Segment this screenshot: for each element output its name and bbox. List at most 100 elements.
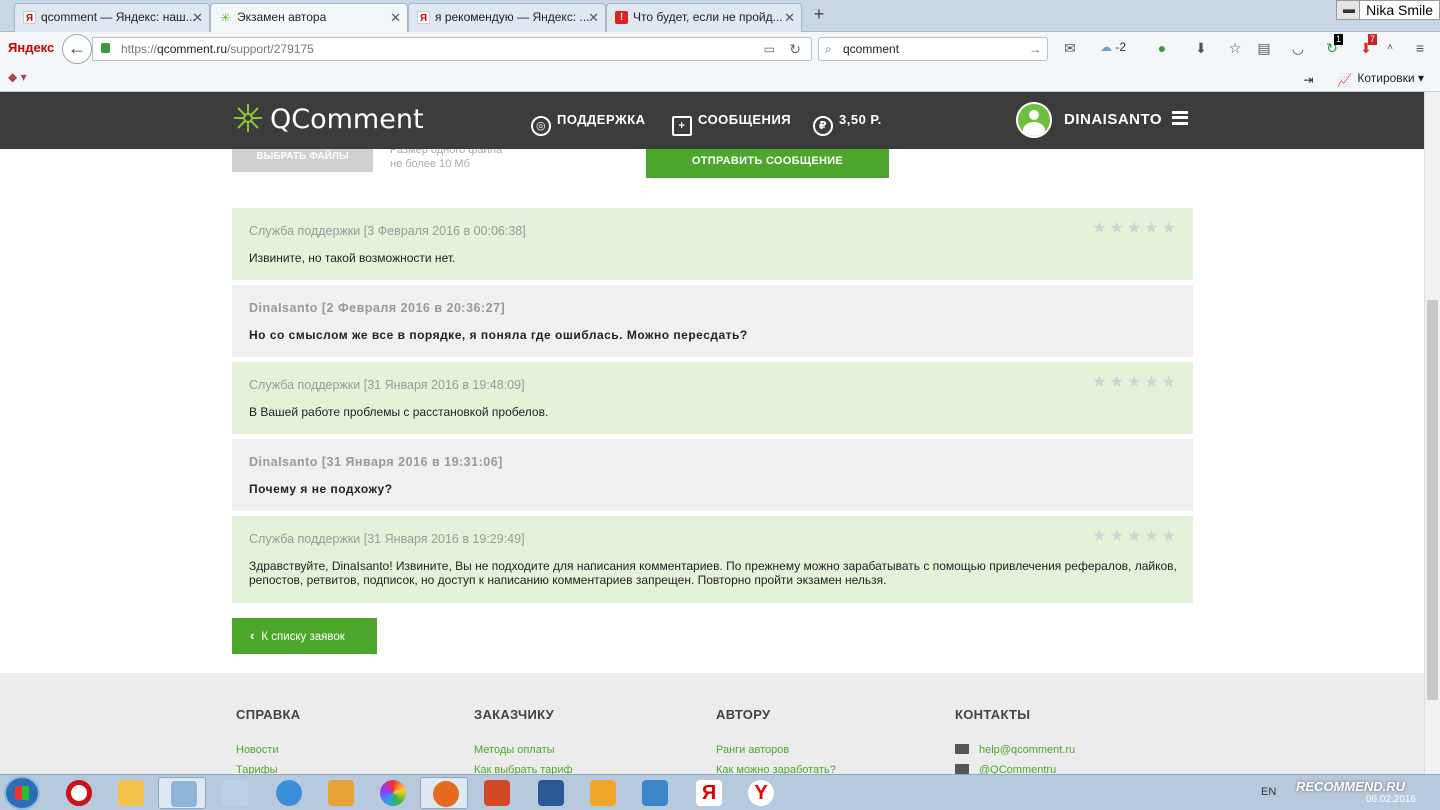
extension-badge: 7 [1368, 34, 1378, 45]
back-button[interactable]: ← [62, 34, 92, 64]
search-go-icon[interactable]: → [1029, 38, 1041, 60]
minimize-button[interactable]: ▬ [1336, 0, 1362, 20]
footer-link[interactable]: Тарифы [236, 764, 300, 774]
powerpoint-app[interactable] [472, 777, 520, 809]
message-date: [31 Января 2016 в 19:48:09] [363, 378, 525, 392]
media-app[interactable] [578, 777, 626, 809]
rating-stars[interactable]: ★★★★★ [1092, 218, 1179, 238]
back-to-list-button[interactable]: ‹ К списку заявок [232, 618, 377, 654]
tab-label: qcomment — Яндекс: наш... [41, 10, 196, 24]
support-message: Служба поддержки [31 Января 2016 в 19:29… [232, 516, 1193, 603]
close-tab-icon[interactable]: ✕ [192, 4, 203, 31]
footer-heading: ЗАКАЗЧИКУ [474, 707, 555, 722]
hamburger-menu-icon[interactable] [1172, 110, 1189, 125]
nav-messages[interactable]: + СООБЩЕНИЯ [672, 112, 791, 136]
footer-link[interactable]: Новости [236, 744, 300, 756]
close-tab-icon[interactable]: ✕ [784, 4, 795, 31]
message-author: Служба поддержки [249, 224, 361, 238]
yandex-logo[interactable]: Яндекс [8, 40, 54, 55]
page-scrollbar[interactable] [1424, 92, 1440, 774]
choose-files-button[interactable]: ВЫБРАТЬ ФАЙЛЫ [232, 149, 373, 172]
footer-link[interactable]: Методы оплаты [474, 744, 573, 756]
start-button[interactable] [4, 776, 40, 810]
picasa-app[interactable] [368, 777, 416, 809]
explorer-app[interactable] [106, 777, 154, 809]
site-logo[interactable]: QComment [232, 102, 424, 135]
language-indicator[interactable]: EN [1261, 786, 1276, 798]
rating-stars[interactable]: ★★★★★ [1092, 526, 1179, 546]
footer-link[interactable]: Как выбрать тариф [474, 764, 573, 774]
support-message: Служба поддержки [31 Января 2016 в 19:48… [232, 362, 1193, 434]
user-badge: Nika Smile [1359, 0, 1440, 20]
yandex-icon: Я [696, 780, 722, 806]
search-value: qcomment [843, 42, 900, 56]
footer-heading: СПРАВКА [236, 707, 301, 722]
nav-balance[interactable]: ₽3,50 Р. [813, 112, 882, 136]
browser-tab-strip: Я qcomment — Яндекс: наш... ✕ ✳ Экзамен … [0, 0, 1440, 33]
chevron-up-icon[interactable]: ˄ [1382, 40, 1398, 56]
tab-qcomment-search[interactable]: Я qcomment — Яндекс: наш... ✕ [14, 3, 210, 32]
clock-date[interactable]: 06.02.2016 [1366, 794, 1416, 805]
weather-widget[interactable]: ☁ -2 [1100, 40, 1126, 54]
message-text: В Вашей работе проблемы с расстановкой п… [249, 405, 549, 419]
nav-support-label: ПОДДЕРЖКА [557, 112, 646, 127]
chevron-down-icon[interactable]: ▾ [1415, 71, 1424, 85]
nav-support[interactable]: ◎ ПОДДЕРЖКА [531, 112, 646, 136]
reader-view-icon[interactable]: ▭ [764, 38, 775, 60]
footer-link[interactable]: help@qcomment.ru [955, 744, 1075, 756]
bookmark-star-icon[interactable]: ☆ [1227, 40, 1243, 56]
paint-icon [171, 781, 197, 807]
user-menu[interactable]: DINAISANTO [1016, 102, 1189, 138]
close-tab-icon[interactable]: ✕ [390, 4, 401, 31]
tab-exam[interactable]: ✳ Экзамен автора ✕ [210, 3, 408, 33]
extension-badge: 1 [1334, 34, 1344, 45]
file-hint-line-2: не более 10 Мб [390, 158, 470, 170]
menu-icon[interactable]: ≡ [1412, 40, 1428, 56]
bookmarks-menu-icon[interactable]: ◆ ▾ [8, 70, 27, 84]
quotes-link[interactable]: Котировки [1357, 71, 1414, 85]
message-author: Служба поддержки [249, 378, 361, 392]
pocket-icon[interactable]: ◡ [1290, 40, 1306, 56]
user-message: DinaIsanto [2 Февраля 2016 в 20:36:27] Н… [232, 285, 1193, 357]
footer-link[interactable]: Ранги авторов [716, 744, 836, 756]
download-icon[interactable]: ⬇ [1193, 40, 1209, 56]
close-tab-icon[interactable]: ✕ [588, 4, 599, 31]
bag-app[interactable] [316, 777, 364, 809]
footer-link[interactable]: Как можно заработать? [716, 764, 836, 774]
message-date: [3 Февраля 2016 в 00:06:38] [363, 224, 526, 238]
picasa-icon [380, 780, 406, 806]
tab-label: Что будет, если не пройд... [633, 10, 783, 24]
paint-app[interactable] [158, 777, 206, 809]
search-input[interactable]: ⌕ qcomment → [818, 37, 1048, 61]
footer-col-contacts: КОНТАКТЫ help@qcomment.ru @QCommentru [955, 707, 1075, 774]
reload-icon[interactable]: ↻ [789, 38, 801, 60]
rating-stars[interactable]: ★★★★★ [1092, 372, 1179, 392]
audio-app[interactable] [630, 777, 678, 809]
opera-app[interactable] [54, 777, 102, 809]
send-message-button[interactable]: ОТПРАВИТЬ СООБЩЕНИЕ [646, 149, 889, 178]
tab-exam-question[interactable]: ! Что будет, если не пройд... ✕ [606, 3, 802, 32]
address-bar[interactable]: https://qcomment.ru/support/279175 ▭ ↻ [92, 37, 812, 61]
message-date: [31 Января 2016 в 19:29:49] [363, 532, 525, 546]
firefox-app[interactable] [420, 777, 468, 809]
chart-icon[interactable]: 📈 [1337, 73, 1352, 87]
yandex-app[interactable]: Я [684, 777, 732, 809]
red-site-icon: ! [615, 11, 628, 24]
word-app[interactable] [526, 777, 574, 809]
mail-notifier-icon[interactable]: ✉ [1062, 40, 1078, 56]
yandex-browser-app[interactable]: Y [736, 777, 784, 809]
new-tab-button[interactable]: + [808, 4, 830, 26]
bag-icon [328, 780, 354, 806]
extension-green-icon[interactable]: ● [1154, 40, 1170, 56]
eyes-icon [222, 780, 248, 806]
message-text: Извините, но такой возможности нет. [249, 251, 456, 265]
eyes-app[interactable] [210, 777, 258, 809]
sign-in-icon[interactable]: ⇥ [1303, 73, 1317, 87]
message-text: Почему я не подхожу? [249, 482, 393, 496]
tab-recommend-search[interactable]: Я я рекомендую — Яндекс: ... ✕ [408, 3, 606, 32]
bookmarks-list-icon[interactable]: ▤ [1256, 40, 1272, 56]
footer-link[interactable]: @QCommentru [955, 764, 1075, 774]
qcomment-logo-icon [234, 104, 262, 132]
scrollbar-thumb[interactable] [1427, 300, 1438, 700]
ie-app[interactable] [264, 777, 312, 809]
